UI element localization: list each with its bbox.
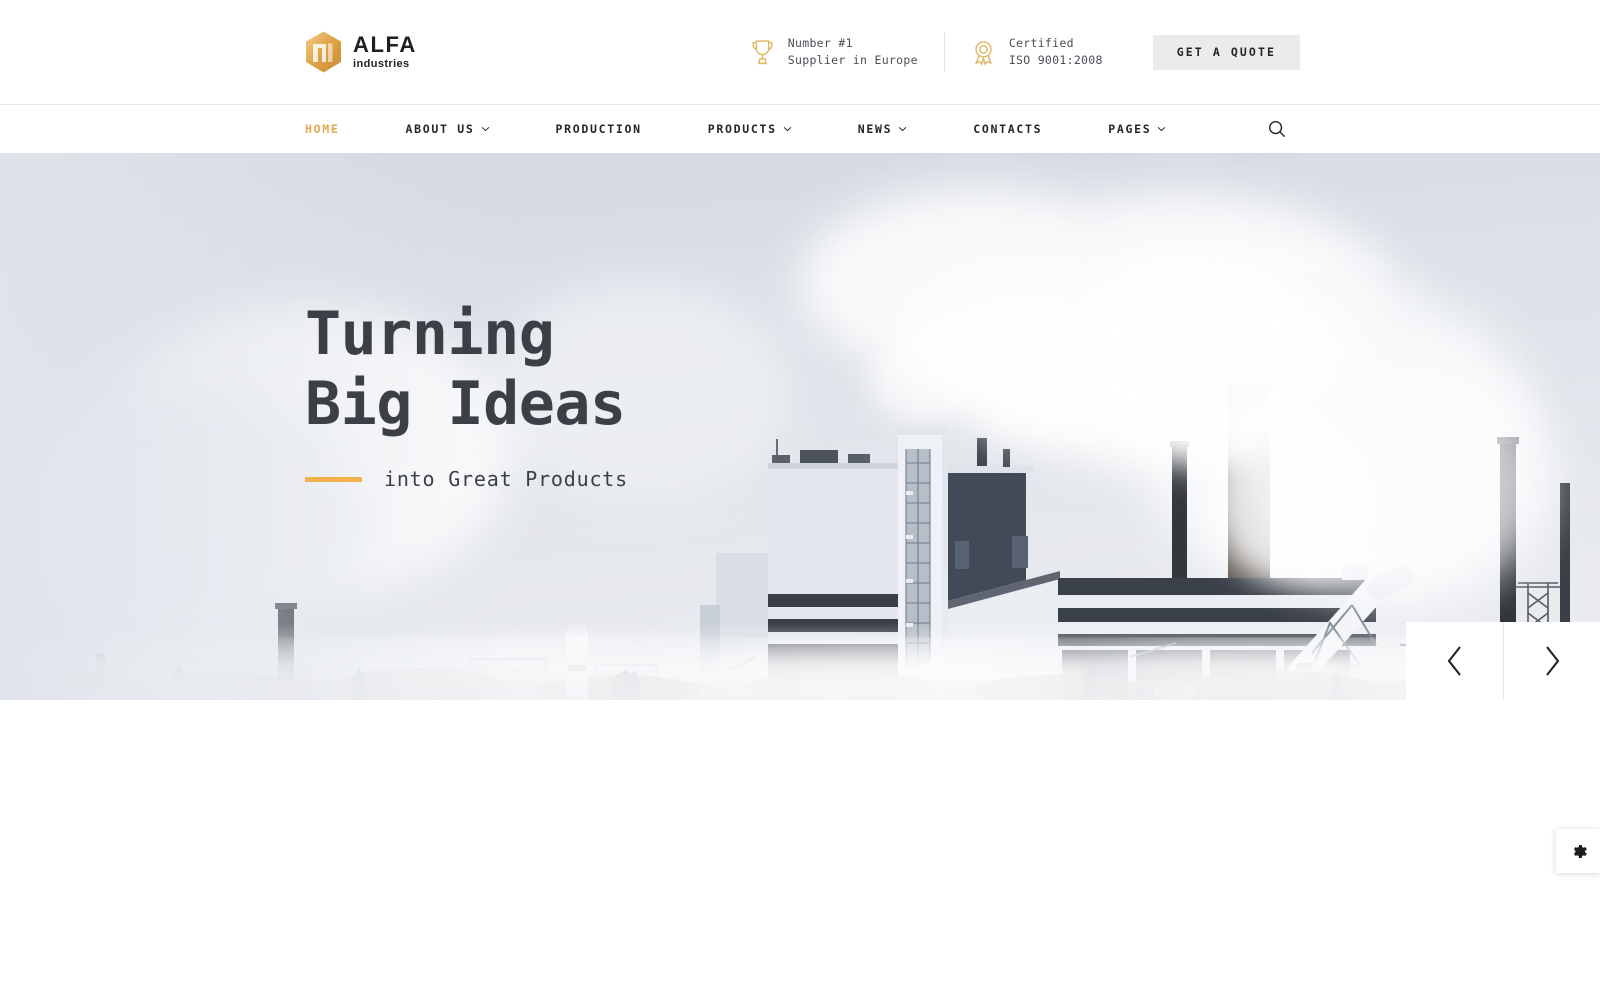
nav-item-home[interactable]: HOME — [305, 122, 373, 136]
header-badges: Number #1 Supplier in Europe Certified I… — [724, 33, 1129, 71]
badge-supplier-line2: Supplier in Europe — [787, 53, 918, 67]
badge-certified: Certified ISO 9001:2008 — [945, 35, 1129, 69]
nav-container: HOME ABOUT US PRODUCTION PRODUCTS NEWS C… — [300, 105, 1300, 153]
brand-title: ALFA — [353, 32, 417, 57]
trophy-icon — [752, 39, 773, 64]
brand-subtitle: industries — [353, 58, 410, 70]
badge-certified-line1: Certified — [1008, 36, 1074, 50]
award-ribbon-icon — [974, 40, 992, 66]
nav-item-about-us[interactable]: ABOUT US — [406, 122, 523, 136]
nav-item-production-label: PRODUCTION — [555, 122, 642, 136]
brand-logo[interactable]: ALFA industries — [305, 31, 417, 73]
nav-item-home-label: HOME — [305, 122, 340, 136]
slider-navigation — [1406, 622, 1600, 700]
hero-background-image — [0, 153, 1600, 700]
hero-slider: Turning Big Ideas into Great Products — [0, 153, 1600, 700]
chevron-down-icon — [898, 127, 907, 132]
chevron-down-icon — [1158, 127, 1166, 132]
nav-item-contacts[interactable]: CONTACTS — [973, 122, 1075, 136]
nav-item-products-label: PRODUCTS — [707, 122, 777, 136]
site-header: ALFA industries Number #1 Supplier in Eu… — [0, 0, 1600, 105]
search-icon — [1268, 120, 1286, 138]
search-toggle-button[interactable] — [1264, 116, 1290, 142]
nav-item-products[interactable]: PRODUCTS — [708, 122, 825, 136]
gear-icon — [1573, 844, 1587, 858]
chevron-down-icon — [481, 127, 489, 132]
theme-settings-button[interactable] — [1556, 829, 1600, 873]
nav-item-news[interactable]: NEWS — [858, 122, 941, 136]
nav-item-pages[interactable]: PAGES — [1108, 122, 1166, 136]
badge-certified-line2: ISO 9001:2008 — [1008, 53, 1103, 67]
get-a-quote-button[interactable]: GET A QUOTE — [1152, 34, 1300, 70]
brand-wordmark: ALFA industries — [353, 34, 417, 70]
badge-certified-text: Certified ISO 9001:2008 — [1009, 35, 1103, 69]
header-container: ALFA industries Number #1 Supplier in Eu… — [300, 0, 1300, 104]
nav-item-news-label: NEWS — [857, 122, 893, 136]
nav-item-about-us-label: ABOUT US — [405, 122, 475, 136]
slider-next-button[interactable] — [1503, 622, 1600, 700]
chevron-down-icon — [783, 127, 792, 132]
badge-supplier-line1: Number #1 — [787, 36, 853, 50]
nav-item-pages-label: PAGES — [1108, 122, 1152, 136]
nav-list: HOME ABOUT US PRODUCTION PRODUCTS NEWS C… — [305, 122, 1166, 136]
page-content-below-hero — [0, 700, 1600, 1000]
chevron-left-icon — [1447, 646, 1461, 676]
nav-item-production[interactable]: PRODUCTION — [556, 122, 675, 136]
badge-supplier: Number #1 Supplier in Europe — [724, 35, 944, 69]
badge-supplier-text: Number #1 Supplier in Europe — [788, 35, 918, 69]
chevron-right-icon — [1546, 646, 1560, 676]
hexagon-logo-icon — [306, 31, 341, 73]
nav-item-contacts-label: CONTACTS — [973, 122, 1043, 136]
slider-prev-button[interactable] — [1406, 622, 1503, 700]
main-navigation: HOME ABOUT US PRODUCTION PRODUCTS NEWS C… — [0, 105, 1600, 153]
